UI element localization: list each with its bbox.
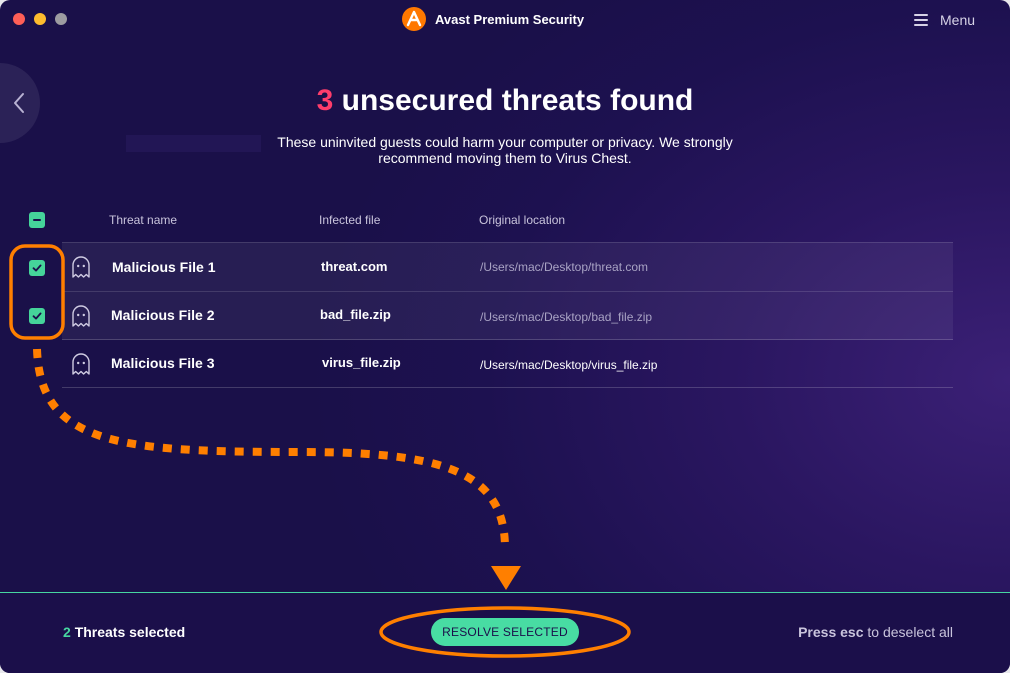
original-location: /Users/mac/Desktop/bad_file.zip bbox=[480, 310, 653, 324]
original-location: /Users/mac/Desktop/threat.com bbox=[480, 260, 649, 274]
avast-logo-icon bbox=[402, 7, 426, 31]
selected-count-label: Threats selected bbox=[74, 624, 186, 640]
ghost-icon bbox=[72, 353, 90, 375]
threat-count: 3 bbox=[316, 84, 334, 117]
page-subtitle: These uninvited guests could harm your c… bbox=[277, 134, 733, 166]
select-all-checkbox[interactable] bbox=[29, 212, 45, 228]
infected-file: threat.com bbox=[321, 259, 388, 274]
page-title: 3 unsecured threats found bbox=[0, 84, 1010, 118]
minus-icon bbox=[33, 219, 41, 221]
minimize-window-button[interactable] bbox=[34, 13, 46, 25]
menu-label: Menu bbox=[940, 12, 976, 28]
ghost-icon bbox=[72, 256, 90, 278]
selected-count-number: 2 bbox=[63, 624, 71, 640]
page-title-text: unsecured threats found bbox=[341, 84, 694, 117]
deselect-hint: Press esc to deselect all bbox=[798, 624, 953, 640]
arrow-head-icon bbox=[491, 566, 521, 590]
threat-name: Malicious File 3 bbox=[111, 355, 215, 371]
row-checkbox-1[interactable] bbox=[29, 260, 45, 276]
deselect-hint-key: Press esc bbox=[798, 624, 864, 640]
check-icon bbox=[32, 312, 42, 320]
infected-file: bad_file.zip bbox=[320, 307, 391, 322]
deselect-hint-text: to deselect all bbox=[867, 624, 953, 640]
threat-name: Malicious File 1 bbox=[112, 259, 216, 275]
footer-bar: 2 Threats selected RESOLVE SELECTED Pres… bbox=[0, 592, 1010, 673]
selected-count-text: 2 Threats selected bbox=[63, 624, 185, 640]
resolve-selected-button[interactable]: RESOLVE SELECTED bbox=[431, 618, 579, 646]
redacted-block bbox=[126, 135, 261, 152]
menu-button[interactable]: Menu bbox=[914, 10, 975, 30]
infected-file: virus_file.zip bbox=[322, 355, 401, 370]
original-location: /Users/mac/Desktop/virus_file.zip bbox=[480, 358, 658, 372]
column-header-original-location: Original location bbox=[479, 213, 566, 227]
maximize-window-button[interactable] bbox=[55, 13, 67, 25]
title-bar: Avast Premium Security Menu bbox=[0, 0, 1010, 38]
row-checkbox-2[interactable] bbox=[29, 308, 45, 324]
close-window-button[interactable] bbox=[13, 13, 25, 25]
column-header-infected-file: Infected file bbox=[319, 213, 381, 227]
check-icon bbox=[32, 264, 42, 272]
hamburger-menu-icon bbox=[914, 14, 928, 26]
column-header-threat-name: Threat name bbox=[109, 213, 178, 227]
app-title: Avast Premium Security bbox=[435, 12, 585, 27]
app-window: Avast Premium Security Menu 3 unsecured … bbox=[0, 0, 1010, 673]
threat-name: Malicious File 2 bbox=[111, 307, 215, 323]
threat-row[interactable]: Malicious File 2 bad_file.zip /Users/mac… bbox=[62, 292, 953, 340]
ghost-icon bbox=[72, 305, 90, 327]
threat-row[interactable]: Malicious File 1 threat.com /Users/mac/D… bbox=[62, 243, 953, 291]
threat-row[interactable]: Malicious File 3 virus_file.zip /Users/m… bbox=[62, 340, 953, 388]
